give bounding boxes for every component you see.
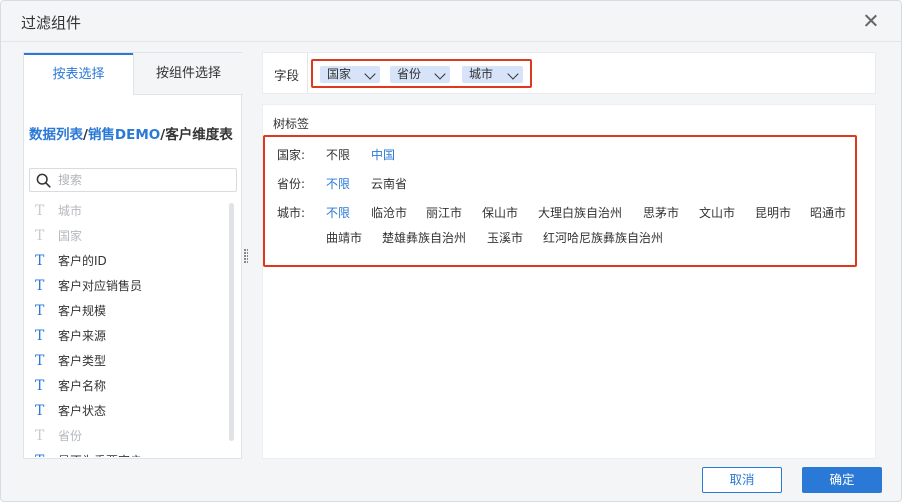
filter-option[interactable]: 玉溪市 <box>487 229 523 246</box>
field-label: 是否为重要客户 <box>58 454 142 457</box>
dialog-title: 过滤组件 <box>21 14 82 32</box>
filter-option[interactable]: 不限 <box>326 146 350 163</box>
source-tabs: 按表选择 按组件选择 <box>24 53 243 95</box>
search-input[interactable] <box>58 171 228 189</box>
filter-component-dialog: 过滤组件 按表选择 按组件选择 数据列表/销售DEMO/客户维度表 T 城市 T 国家… <box>0 0 902 502</box>
filter-option[interactable]: 云南省 <box>371 175 407 192</box>
field-chip-city[interactable]: 城市 <box>462 66 523 83</box>
filter-option[interactable]: 曲靖市 <box>326 229 362 246</box>
field-label: 客户的ID <box>58 254 107 268</box>
selected-fields-bar: 字段 国家 省份 城市 <box>262 52 876 94</box>
field-list-item[interactable]: T 省份 <box>24 424 229 449</box>
breadcrumb: 数据列表/销售DEMO/客户维度表 <box>29 123 233 143</box>
field-list-item[interactable]: T 客户的ID <box>24 249 229 274</box>
field-list-item[interactable]: T 客户规模 <box>24 299 229 324</box>
divider <box>307 53 308 93</box>
fields-label: 字段 <box>274 68 300 83</box>
filter-option-selected[interactable]: 不限 <box>326 204 350 221</box>
chip-label: 国家 <box>327 67 352 81</box>
tab-by-table[interactable]: 按表选择 <box>24 53 133 95</box>
field-label: 国家 <box>58 229 83 243</box>
field-label: 客户来源 <box>58 329 107 343</box>
filter-label-province: 省份: <box>277 177 306 191</box>
field-chip-province[interactable]: 省份 <box>390 66 450 83</box>
chip-label: 省份 <box>397 67 422 81</box>
filter-option[interactable]: 思茅市 <box>643 204 679 221</box>
text-type-icon: T <box>35 378 45 394</box>
text-type-icon: T <box>35 228 45 244</box>
chevron-down-icon[interactable] <box>507 68 519 80</box>
field-list-scrollbar[interactable] <box>229 203 234 441</box>
text-type-icon: T <box>35 278 45 294</box>
confirm-button[interactable]: 确定 <box>802 467 882 493</box>
filter-option[interactable]: 保山市 <box>482 204 518 221</box>
text-type-icon: T <box>35 253 45 269</box>
resize-handle[interactable] <box>244 249 248 263</box>
text-type-icon: T <box>35 328 45 344</box>
filter-label-city: 城市: <box>277 206 306 220</box>
field-list-item[interactable]: T 城市 <box>24 199 229 224</box>
close-icon[interactable] <box>861 11 881 31</box>
dialog-titlebar: 过滤组件 <box>1 1 901 42</box>
filter-option-selected[interactable]: 中国 <box>371 146 395 163</box>
filter-option[interactable]: 大理白族自治州 <box>538 204 622 221</box>
field-label: 客户状态 <box>58 404 107 418</box>
field-source-panel: 按表选择 按组件选择 数据列表/销售DEMO/客户维度表 T 城市 T 国家 T 客户的I… <box>23 52 243 459</box>
filter-option-selected[interactable]: 不限 <box>326 175 350 192</box>
filter-label-country: 国家: <box>277 148 306 162</box>
filter-option[interactable]: 红河哈尼族彝族自治州 <box>543 229 663 246</box>
field-search-box[interactable] <box>29 168 237 192</box>
chevron-down-icon[interactable] <box>364 68 376 80</box>
filter-option[interactable]: 昆明市 <box>755 204 791 221</box>
breadcrumb-data-list[interactable]: 数据列表 <box>29 127 83 143</box>
text-type-icon: T <box>35 449 44 457</box>
filter-preview-panel: 树标签 国家: 不限 中国 省份: 不限 云南省 城市: 不限 临沧市 丽江市 … <box>262 104 876 459</box>
text-type-icon: T <box>35 203 45 219</box>
field-label: 客户对应销售员 <box>58 279 143 293</box>
chevron-down-icon[interactable] <box>434 68 446 80</box>
field-list-item[interactable]: T 客户对应销售员 <box>24 274 229 299</box>
field-label: 省份 <box>58 429 83 443</box>
field-chip-country[interactable]: 国家 <box>320 66 380 83</box>
field-list-item[interactable]: T 是否为重要客户 <box>24 449 229 457</box>
preview-title: 树标签 <box>273 117 310 131</box>
field-list-item[interactable]: T 客户名称 <box>24 374 229 399</box>
breadcrumb-current-table: 客户维度表 <box>165 127 233 143</box>
field-label: 城市 <box>58 204 83 218</box>
filter-option[interactable]: 楚雄彝族自治州 <box>382 229 466 246</box>
field-list-item[interactable]: T 国家 <box>24 224 229 249</box>
field-label: 客户类型 <box>58 354 107 368</box>
filter-option[interactable]: 昭通市 <box>810 204 846 221</box>
search-icon <box>36 173 51 188</box>
breadcrumb-sales-demo[interactable]: 销售DEMO <box>88 127 160 143</box>
chip-label: 城市 <box>469 67 494 81</box>
filter-option[interactable]: 丽江市 <box>426 204 462 221</box>
field-list-item[interactable]: T 客户类型 <box>24 349 229 374</box>
tree-filter-highlight: 国家: 不限 中国 省份: 不限 云南省 城市: 不限 临沧市 丽江市 保山市 … <box>263 135 857 267</box>
text-type-icon: T <box>35 303 45 319</box>
field-list-item[interactable]: T 客户状态 <box>24 399 229 424</box>
text-type-icon: T <box>35 428 45 444</box>
field-label: 客户规模 <box>58 304 107 318</box>
text-type-icon: T <box>35 353 45 369</box>
field-label: 客户名称 <box>58 379 107 393</box>
cancel-button[interactable]: 取消 <box>702 467 782 493</box>
filter-option[interactable]: 临沧市 <box>371 204 407 221</box>
field-list-item[interactable]: T 客户来源 <box>24 324 229 349</box>
filter-option[interactable]: 文山市 <box>699 204 735 221</box>
field-chips-highlight: 国家 省份 城市 <box>311 59 532 88</box>
field-list: T 城市 T 国家 T 客户的ID T 客户对应销售员 T 客户规模 T 客户来源 T 客户类型 T 客户名称… <box>24 199 229 457</box>
tab-by-component[interactable]: 按组件选择 <box>133 53 243 95</box>
text-type-icon: T <box>35 403 45 419</box>
